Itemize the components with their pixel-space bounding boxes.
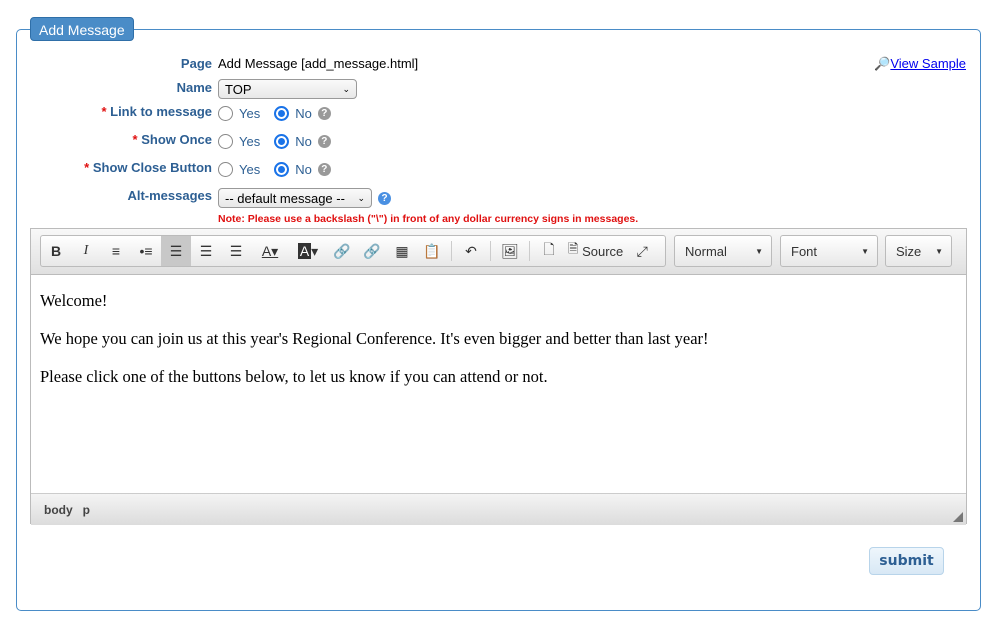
background-color-icon[interactable]: A ▾ [289,236,327,266]
caret-down-icon: ▼ [861,246,869,256]
help-icon[interactable]: ? [317,135,331,148]
help-icon[interactable]: ? [378,191,391,205]
once-row: * Show Once Yes No? [0,132,996,156]
new-page-icon[interactable]: 🗋 [534,236,564,266]
link-label: Link to message [110,104,212,119]
once-label: Show Once [141,132,212,147]
rich-text-editor: B I ≡ •≡ ☰ ☰ ☰ A▾ A ▾ 🔗 🔗 ▦ 📋 ↶ 🖼 🗋 🗎 Sou… [30,228,967,525]
content-paragraph: Please click one of the buttons below, t… [40,367,548,386]
page-value: Add Message [add_message.html] [218,56,419,71]
path-p[interactable]: p [83,503,90,517]
name-row: Name TOP ⌄ [0,79,996,103]
font-label: Font [791,243,818,259]
undo-icon[interactable]: ↶ [456,236,486,266]
table-icon[interactable]: ▦ [387,236,417,266]
source-button[interactable]: 🗎 Source [564,236,627,266]
alt-value: -- default message -- [225,190,345,206]
content-paragraph: We hope you can join us at this year's R… [40,329,709,348]
unlink-icon[interactable]: 🔗 [357,236,387,266]
editor-toolbar: B I ≡ •≡ ☰ ☰ ☰ A▾ A ▾ 🔗 🔗 ▦ 📋 ↶ 🖼 🗋 🗎 Sou… [31,229,966,275]
help-icon[interactable]: ? [317,107,331,120]
chevron-down-icon: ⌄ [342,83,350,94]
bulleted-list-icon[interactable]: •≡ [131,236,161,266]
name-select[interactable]: TOP ⌄ [218,79,357,99]
no-label: No [295,162,312,177]
alt-label: Alt-messages [127,188,212,203]
close-row: * Show Close Button Yes No? [0,160,996,184]
format-label: Normal [685,243,727,259]
text-color-icon[interactable]: A▾ [251,236,289,266]
caret-down-icon: ▼ [935,246,943,256]
separator [529,241,530,261]
path-body[interactable]: body [44,503,73,517]
help-icon[interactable]: ? [317,163,331,176]
chevron-down-icon: ⌄ [357,192,365,203]
align-left-icon[interactable]: ☰ [161,236,191,266]
yes-label: Yes [239,134,261,149]
close-no-radio[interactable] [274,162,290,177]
resize-grip-icon[interactable] [953,512,963,522]
required-mark: * [132,132,138,147]
size-label: Size [896,243,922,259]
paste-text-icon[interactable]: 📋 [417,236,447,266]
format-dropdown[interactable]: Normal ▼ [674,235,772,267]
no-label: No [295,106,312,121]
page-label: Page [180,56,212,71]
name-label: Name [176,80,212,95]
once-yes-radio[interactable] [218,134,233,149]
link-no-radio[interactable] [274,106,290,121]
yes-label: Yes [239,106,261,121]
editor-content[interactable]: Welcome! We hope you can join us at this… [31,275,966,493]
numbered-list-icon[interactable]: ≡ [101,236,131,266]
alt-row: Alt-messages -- default message -- ⌄? [0,188,996,212]
yes-label: Yes [239,162,261,177]
close-label: Show Close Button [92,160,212,175]
page-row: Page Add Message [add_message.html] [0,56,996,80]
no-label: No [295,134,312,149]
size-dropdown[interactable]: Size ▼ [885,235,952,267]
submit-button[interactable]: submit [869,547,944,575]
align-center-icon[interactable]: ☰ [191,236,221,266]
italic-icon[interactable]: I [71,236,101,266]
fieldset-legend: Add Message [30,17,134,41]
note-text: Note: Please use a backslash ("\") in fr… [218,213,639,225]
maximize-icon[interactable]: ⤢ [627,236,657,266]
link-yes-radio[interactable] [218,106,233,121]
separator [451,241,452,261]
once-no-radio[interactable] [274,134,290,149]
editor-footer: body p [31,493,966,525]
content-paragraph: Welcome! [40,291,108,310]
close-yes-radio[interactable] [218,162,233,177]
required-mark: * [101,104,107,119]
required-mark: * [84,160,90,175]
bold-icon[interactable]: B [41,236,71,266]
alt-select[interactable]: -- default message -- ⌄ [218,188,372,208]
align-right-icon[interactable]: ☰ [221,236,251,266]
name-value: TOP [225,81,252,97]
toolbar-group: B I ≡ •≡ ☰ ☰ ☰ A▾ A ▾ 🔗 🔗 ▦ 📋 ↶ 🖼 🗋 🗎 Sou… [40,235,666,267]
link-row: * Link to message Yes No? [0,104,996,128]
source-label: Source [582,243,624,259]
link-icon[interactable]: 🔗 [327,236,357,266]
caret-down-icon: ▼ [755,246,763,256]
image-icon[interactable]: 🖼 [495,236,525,266]
font-dropdown[interactable]: Font ▼ [780,235,878,267]
source-icon: 🗎 [568,241,583,256]
separator [490,241,491,261]
